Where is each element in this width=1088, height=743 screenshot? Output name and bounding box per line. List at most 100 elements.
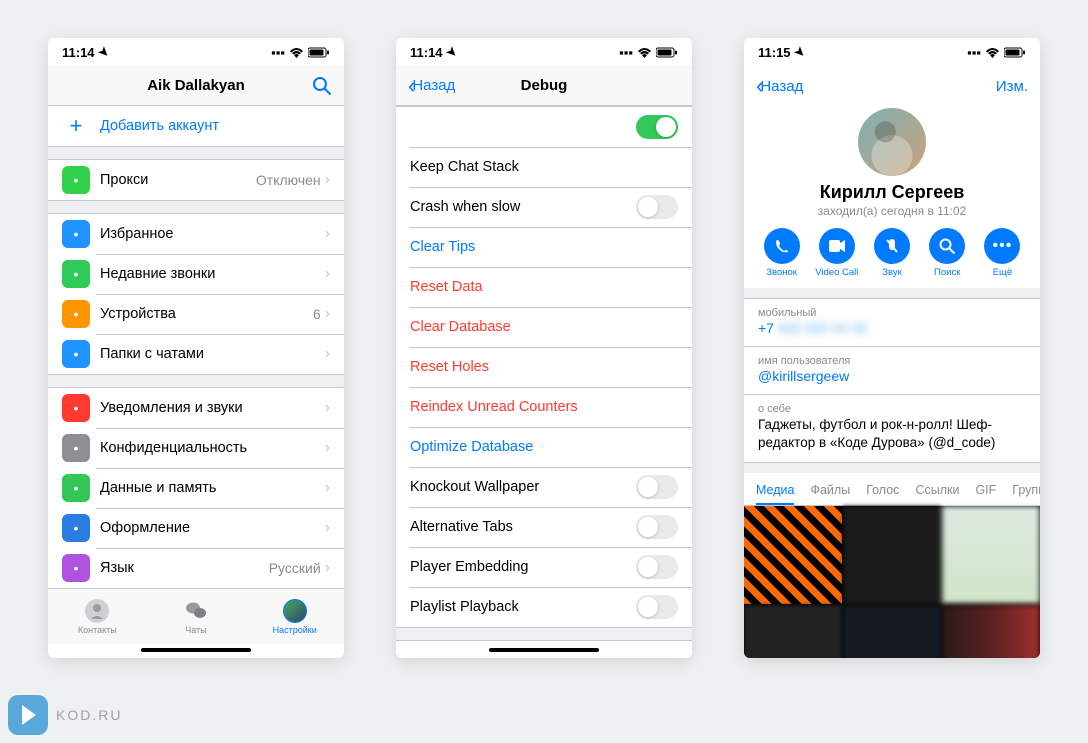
toggle[interactable] xyxy=(636,475,678,499)
debug-row[interactable]: Player Embedding xyxy=(396,547,692,587)
action-поиск[interactable]: Поиск xyxy=(920,228,975,278)
add-account-row[interactable]: + Добавить аккаунт xyxy=(48,106,344,146)
battery-icon xyxy=(308,47,330,58)
username-block[interactable]: имя пользователя @kirillsergeew xyxy=(744,346,1040,395)
settings-row[interactable]: •Папки с чатами› xyxy=(48,334,344,374)
wifi-icon xyxy=(289,47,304,58)
signal-icon: ▪▪▪ xyxy=(619,45,633,60)
nav-title: Debug xyxy=(464,77,624,94)
row-label: Reset Holes xyxy=(410,359,678,375)
action-звонок[interactable]: Звонок xyxy=(754,228,809,278)
row-icon: • xyxy=(62,514,90,542)
settings-row[interactable]: •Устройства6› xyxy=(48,294,344,334)
chevron-right-icon: › xyxy=(325,225,330,243)
media-tab-Файлы[interactable]: Файлы xyxy=(802,473,858,505)
settings-row[interactable]: •Уведомления и звуки› xyxy=(48,388,344,428)
action-ещё[interactable]: •••Ещё xyxy=(975,228,1030,278)
debug-row[interactable]: Optimize Database xyxy=(396,427,692,467)
debug-row[interactable] xyxy=(396,107,692,147)
toggle[interactable] xyxy=(636,195,678,219)
action-video-call[interactable]: Video Call xyxy=(809,228,864,278)
status-time: 11:14 xyxy=(410,45,443,60)
about-block: о себе Гаджеты, футбол и рок-н-ролл! Шеф… xyxy=(744,394,1040,463)
nav-title: Aik Dallakyan xyxy=(116,77,276,94)
action-icon: ••• xyxy=(984,228,1020,264)
search-button[interactable] xyxy=(276,76,332,96)
row-label: Player Embedding xyxy=(410,559,636,575)
debug-row[interactable]: Reset Data xyxy=(396,267,692,307)
add-account-label: Добавить аккаунт xyxy=(100,118,330,134)
debug-row[interactable]: Knockout Wallpaper xyxy=(396,467,692,507)
wifi-icon xyxy=(637,47,652,58)
signal-icon: ▪▪▪ xyxy=(967,45,981,60)
status-bar: 11:15➤ ▪▪▪ xyxy=(744,38,1040,66)
media-item[interactable] xyxy=(942,605,1040,658)
settings-row[interactable]: •Оформление› xyxy=(48,508,344,548)
row-label: Конфиденциальность xyxy=(100,440,325,456)
media-grid xyxy=(744,506,1040,658)
media-item[interactable] xyxy=(843,506,941,604)
row-icon: • xyxy=(62,340,90,368)
media-item[interactable] xyxy=(744,605,842,658)
edit-button[interactable]: Изм. xyxy=(972,78,1028,95)
status-icons: ▪▪▪ xyxy=(271,45,330,60)
settings-row[interactable]: •ПроксиОтключен› xyxy=(48,160,344,200)
media-tab-Ссылки[interactable]: Ссылки xyxy=(907,473,967,505)
back-button[interactable]: ‹Назад xyxy=(408,73,464,99)
debug-row[interactable]: Clear Tips xyxy=(396,227,692,267)
action-icon xyxy=(929,228,965,264)
settings-row[interactable]: •ЯзыкРусский› xyxy=(48,548,344,588)
tab-settings[interactable]: Настройки xyxy=(245,589,344,644)
row-label: Optimize Database xyxy=(410,439,678,455)
wifi-icon xyxy=(985,47,1000,58)
home-indicator[interactable] xyxy=(489,648,599,652)
chats-icon xyxy=(184,599,208,623)
media-tab-Группы[interactable]: Группы xyxy=(1004,473,1040,505)
home-indicator[interactable] xyxy=(141,648,251,652)
action-звук[interactable]: Звук xyxy=(864,228,919,278)
media-item[interactable] xyxy=(843,605,941,658)
debug-row[interactable]: Reindex Unread Counters xyxy=(396,387,692,427)
mobile-block[interactable]: мобильный +7 900 000 00 00 xyxy=(744,298,1040,347)
debug-row[interactable]: Keep Chat Stack xyxy=(396,147,692,187)
toggle[interactable] xyxy=(636,515,678,539)
profile-status: заходил(а) сегодня в 11:02 xyxy=(818,204,967,218)
avatar[interactable] xyxy=(858,108,926,176)
toggle[interactable] xyxy=(636,115,678,139)
row-label: Alternative Tabs xyxy=(410,519,636,535)
tab-chats[interactable]: Чаты xyxy=(147,589,246,644)
avatar-icon xyxy=(283,599,307,623)
watermark-logo-icon xyxy=(8,695,48,735)
navbar: Aik Dallakyan xyxy=(48,66,344,106)
settings-row[interactable]: •Недавние звонки› xyxy=(48,254,344,294)
row-icon: • xyxy=(62,166,90,194)
back-button[interactable]: ‹Назад xyxy=(756,73,812,99)
row-icon: • xyxy=(62,220,90,248)
tab-contacts[interactable]: Контакты xyxy=(48,589,147,644)
debug-row[interactable]: Playlist Playback xyxy=(396,587,692,627)
media-item[interactable] xyxy=(744,506,842,604)
row-icon: • xyxy=(62,554,90,582)
experimental-feature-row[interactable]: Experimental Feature xyxy=(396,641,692,644)
debug-row[interactable]: Reset Holes xyxy=(396,347,692,387)
toggle[interactable] xyxy=(636,595,678,619)
media-tab-Медиа[interactable]: Медиа xyxy=(748,473,802,505)
row-label: Keep Chat Stack xyxy=(410,159,678,175)
settings-row[interactable]: •Конфиденциальность› xyxy=(48,428,344,468)
row-label: Уведомления и звуки xyxy=(100,400,325,416)
row-icon: • xyxy=(62,260,90,288)
media-tab-GIF[interactable]: GIF xyxy=(967,473,1004,505)
debug-row[interactable]: Clear Database xyxy=(396,307,692,347)
status-time: 11:14 xyxy=(62,45,95,60)
chevron-right-icon: › xyxy=(325,265,330,283)
debug-row[interactable]: Crash when slow xyxy=(396,187,692,227)
row-label: Избранное xyxy=(100,226,325,242)
settings-row[interactable]: • Избранное› xyxy=(48,214,344,254)
chevron-right-icon: › xyxy=(325,171,330,189)
toggle[interactable] xyxy=(636,555,678,579)
media-item[interactable] xyxy=(942,506,1040,604)
media-tab-Голос[interactable]: Голос xyxy=(858,473,907,505)
settings-row[interactable]: •Данные и память› xyxy=(48,468,344,508)
row-label: Clear Database xyxy=(410,319,678,335)
debug-row[interactable]: Alternative Tabs xyxy=(396,507,692,547)
